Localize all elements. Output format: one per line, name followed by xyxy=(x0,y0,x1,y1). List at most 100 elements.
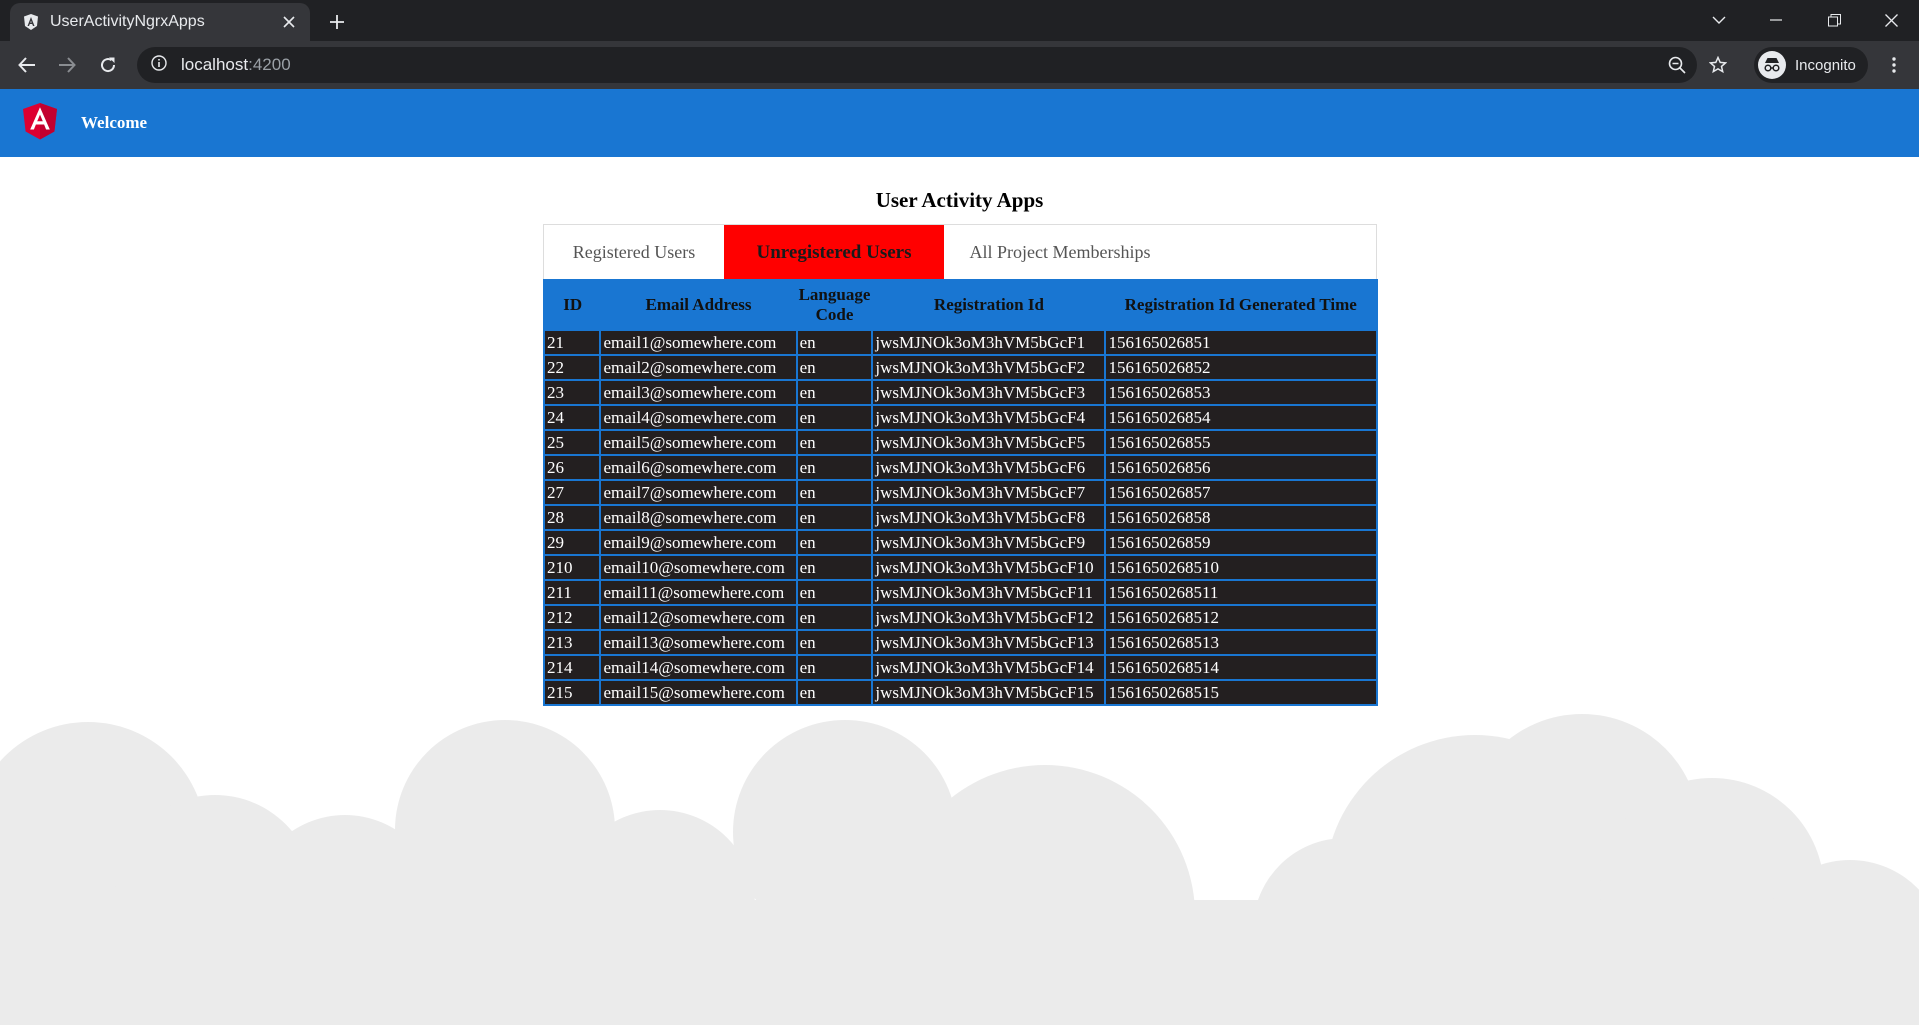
cell-id: 24 xyxy=(542,404,602,431)
browser-tab[interactable]: UserActivityNgrxApps xyxy=(10,3,310,41)
cell-generated-time: 1561650268511 xyxy=(1104,579,1378,606)
table-row: 212 email12@somewhere.com en jwsMJNOk3oM3hV… xyxy=(542,604,1378,631)
cell-language-code: en xyxy=(795,654,874,681)
table-row: 26 email6@somewhere.com en jwsMJNOk3oM3hVM5… xyxy=(542,454,1378,481)
table-row: 29 email9@somewhere.com en jwsMJNOk3oM3hVM5… xyxy=(542,529,1378,556)
cell-id: 215 xyxy=(542,679,602,706)
angular-logo-icon xyxy=(23,103,57,140)
cell-email: email15@somewhere.com xyxy=(599,679,798,706)
window-close-icon[interactable] xyxy=(1877,8,1905,32)
kebab-menu-icon[interactable] xyxy=(1882,53,1906,77)
minimize-icon[interactable] xyxy=(1762,8,1790,32)
table-row: 23 email3@somewhere.com en jwsMJNOk3oM3hVM5… xyxy=(542,379,1378,406)
tab-search-chevron-icon[interactable] xyxy=(1705,8,1733,32)
cell-email: email10@somewhere.com xyxy=(599,554,798,581)
angular-icon xyxy=(22,13,40,31)
cell-id: 28 xyxy=(542,504,602,531)
cell-email: email2@somewhere.com xyxy=(599,354,798,381)
cell-language-code: en xyxy=(795,379,874,406)
tab-bar: Registered Users Unregistered Users All … xyxy=(543,224,1377,280)
column-header-email: Email Address xyxy=(600,280,797,330)
reload-icon[interactable] xyxy=(96,53,120,77)
cell-generated-time: 1561650268515 xyxy=(1104,679,1378,706)
cell-language-code: en xyxy=(795,504,874,531)
cell-registration-id: jwsMJNOk3oM3hVM5bGcF13 xyxy=(871,629,1107,656)
cell-id: 213 xyxy=(542,629,602,656)
cell-registration-id: jwsMJNOk3oM3hVM5bGcF12 xyxy=(871,604,1107,631)
table-row: 215 email15@somewhere.com en jwsMJNOk3oM3hV… xyxy=(542,679,1378,706)
cell-language-code: en xyxy=(795,354,874,381)
cell-generated-time: 156165026851 xyxy=(1104,329,1378,356)
cell-email: email3@somewhere.com xyxy=(599,379,798,406)
cell-email: email4@somewhere.com xyxy=(599,404,798,431)
table-row: 27 email7@somewhere.com en jwsMJNOk3oM3hVM5… xyxy=(542,479,1378,506)
table-row: 25 email5@somewhere.com en jwsMJNOk3oM3hVM5… xyxy=(542,429,1378,456)
incognito-icon xyxy=(1758,51,1786,79)
cell-email: email9@somewhere.com xyxy=(599,529,798,556)
welcome-text: Welcome xyxy=(81,113,148,132)
app-header: Welcome xyxy=(0,89,1919,157)
cell-registration-id: jwsMJNOk3oM3hVM5bGcF10 xyxy=(871,554,1107,581)
cell-id: 27 xyxy=(542,479,602,506)
address-bar[interactable]: localhost:4200 xyxy=(137,47,1727,83)
cell-language-code: en xyxy=(795,579,874,606)
cell-id: 210 xyxy=(542,554,602,581)
column-header-language-code: Language Code xyxy=(796,280,873,330)
cell-registration-id: jwsMJNOk3oM3hVM5bGcF11 xyxy=(871,579,1107,606)
tab-unregistered-users[interactable]: Unregistered Users xyxy=(724,225,944,280)
browser-tab-title: UserActivityNgrxApps xyxy=(50,13,205,30)
cell-id: 214 xyxy=(542,654,602,681)
unregistered-users-table: ID Email Address Language Code Registrat… xyxy=(542,279,1378,706)
cell-generated-time: 156165026853 xyxy=(1104,379,1378,406)
restore-icon[interactable] xyxy=(1820,8,1848,32)
back-arrow-icon[interactable] xyxy=(15,53,39,77)
cell-id: 22 xyxy=(542,354,602,381)
incognito-profile-button[interactable]: Incognito xyxy=(1754,47,1868,83)
cell-id: 25 xyxy=(542,429,602,456)
url-text: localhost:4200 xyxy=(181,55,291,75)
star-bookmark-icon[interactable] xyxy=(1708,55,1728,75)
cell-registration-id: jwsMJNOk3oM3hVM5bGcF3 xyxy=(871,379,1107,406)
cell-email: email12@somewhere.com xyxy=(599,604,798,631)
cell-generated-time: 156165026857 xyxy=(1104,479,1378,506)
zoom-out-icon[interactable] xyxy=(1667,55,1687,75)
cell-language-code: en xyxy=(795,454,874,481)
table-row: 213 email13@somewhere.com en jwsMJNOk3oM3hV… xyxy=(542,629,1378,656)
cell-id: 21 xyxy=(542,329,602,356)
cell-language-code: en xyxy=(795,429,874,456)
forward-arrow-icon[interactable] xyxy=(55,53,79,77)
cell-email: email8@somewhere.com xyxy=(599,504,798,531)
cell-language-code: en xyxy=(795,479,874,506)
cell-id: 212 xyxy=(542,604,602,631)
cell-registration-id: jwsMJNOk3oM3hVM5bGcF15 xyxy=(871,679,1107,706)
cell-email: email5@somewhere.com xyxy=(599,429,798,456)
column-header-registration-id: Registration Id xyxy=(872,280,1106,330)
cell-generated-time: 156165026852 xyxy=(1104,354,1378,381)
column-header-id: ID xyxy=(544,280,601,330)
url-port: :4200 xyxy=(248,55,291,74)
cell-email: email14@somewhere.com xyxy=(599,654,798,681)
page-title: User Activity Apps xyxy=(875,188,1044,212)
tab-all-project-memberships[interactable]: All Project Memberships xyxy=(944,225,1176,280)
info-icon[interactable] xyxy=(151,54,167,76)
new-tab-icon[interactable] xyxy=(325,10,349,34)
cell-email: email13@somewhere.com xyxy=(599,629,798,656)
table-header-row: ID Email Address Language Code Registrat… xyxy=(544,280,1377,330)
cell-language-code: en xyxy=(795,604,874,631)
cell-id: 26 xyxy=(542,454,602,481)
close-icon[interactable] xyxy=(280,13,298,31)
cell-id: 23 xyxy=(542,379,602,406)
browser-tabstrip: UserActivityNgrxApps xyxy=(0,0,1919,41)
cell-id: 29 xyxy=(542,529,602,556)
table-row: 28 email8@somewhere.com en jwsMJNOk3oM3hVM5… xyxy=(542,504,1378,531)
cell-registration-id: jwsMJNOk3oM3hVM5bGcF8 xyxy=(871,504,1107,531)
cell-registration-id: jwsMJNOk3oM3hVM5bGcF7 xyxy=(871,479,1107,506)
cell-language-code: en xyxy=(795,529,874,556)
table-row: 21 email1@somewhere.com en jwsMJNOk3oM3hVM5… xyxy=(542,329,1378,356)
cell-generated-time: 156165026856 xyxy=(1104,454,1378,481)
cell-generated-time: 1561650268510 xyxy=(1104,554,1378,581)
cell-generated-time: 156165026859 xyxy=(1104,529,1378,556)
tab-registered-users[interactable]: Registered Users xyxy=(544,225,724,280)
profile-label: Incognito xyxy=(1795,56,1856,74)
table-row: 22 email2@somewhere.com en jwsMJNOk3oM3hVM5… xyxy=(542,354,1378,381)
